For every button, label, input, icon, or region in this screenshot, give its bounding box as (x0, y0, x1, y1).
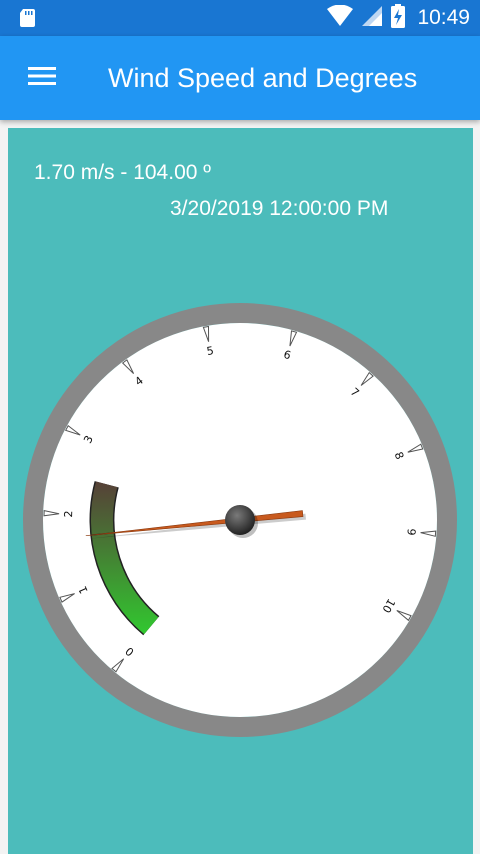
cell-signal-icon (361, 5, 383, 32)
menu-button[interactable] (20, 56, 64, 100)
hamburger-menu-icon (27, 65, 57, 92)
status-time: 10:49 (417, 6, 470, 29)
app-bar: Wind Speed and Degrees (0, 36, 480, 120)
wind-speed-gauge: 012345 678910 (23, 303, 457, 737)
scale-label: 9 (404, 528, 417, 536)
gauge-hub-cap (225, 505, 255, 535)
page-title: Wind Speed and Degrees (108, 63, 418, 93)
reading-timestamp: 3/20/2019 12:00:00 PM (170, 197, 389, 220)
status-bar: 10:49 (0, 0, 480, 36)
sd-card-icon (18, 8, 38, 28)
battery-charging-icon (391, 3, 406, 33)
scale-label: 2 (62, 510, 75, 517)
wifi-icon (327, 4, 354, 32)
wind-reading: 1.70 m/s - 104.00 º (34, 161, 211, 184)
